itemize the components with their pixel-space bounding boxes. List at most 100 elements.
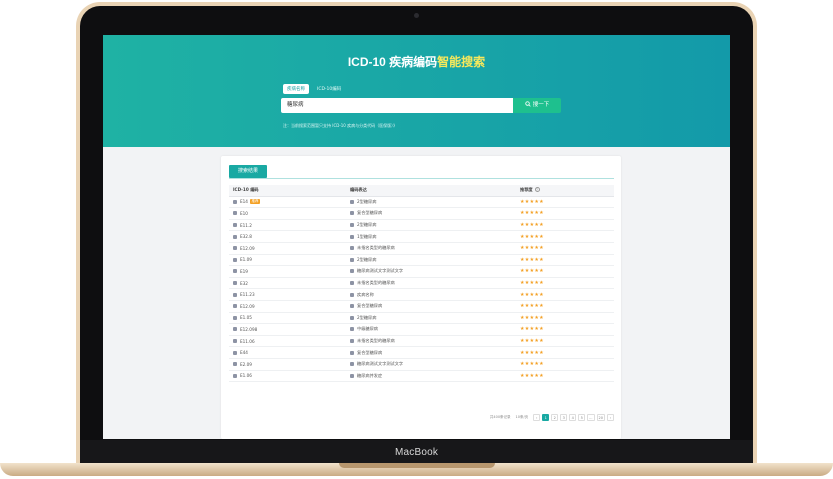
code-icon — [233, 339, 237, 344]
code-cell: E44 — [229, 350, 346, 355]
search-note[interactable]: 注：当前搜索范围暂只支持 ICD-10 疾病与分类代码（医保版）》 — [283, 123, 397, 129]
rating-cell: ★★★★★ — [516, 199, 614, 205]
expr-value: 未指名类型的糖尿病 — [357, 338, 395, 344]
table-row[interactable]: E44 复合型糖尿病 ★★★★★ — [229, 347, 614, 359]
code-cell: E14 推荐 — [229, 199, 346, 205]
expr-cell: 糖尿病测试文字测试文字 — [346, 268, 516, 274]
page-button[interactable]: 2 — [551, 414, 559, 421]
column-header-code: ICD-10 编码 — [233, 187, 259, 193]
doc-icon — [350, 339, 354, 344]
table-body: E14 推荐 2型糖尿病 ★★★★★ E10 复合型糖尿病 ★★★★★ E11.2 2型糖尿病 ★… — [229, 197, 614, 383]
screen: ICD-10 疾病编码智能搜索 疾病名称 ICD-10编码 糖尿病 搜一下 注：… — [103, 35, 730, 439]
star-rating: ★★★★★ — [520, 256, 544, 263]
code-value: E14 — [240, 199, 248, 205]
table-row[interactable]: E19 糖尿病测试文字测试文字 ★★★★★ — [229, 266, 614, 278]
expr-value: 1型糖尿病 — [357, 233, 377, 239]
table-row[interactable]: E1.06 糖尿病并发症 ★★★★★ — [229, 371, 614, 383]
page-button[interactable]: 4 — [569, 414, 577, 421]
expr-cell: 复合型糖尿病 — [346, 210, 516, 216]
expr-value: 2型糖尿病 — [357, 198, 377, 204]
rating-cell: ★★★★★ — [516, 373, 614, 379]
rating-cell: ★★★★★ — [516, 292, 614, 298]
search-input[interactable]: 糖尿病 — [281, 98, 513, 113]
expr-value: 未指名类型的糖尿病 — [357, 245, 395, 251]
code-icon — [233, 269, 237, 274]
page-button[interactable]: 3 — [560, 414, 568, 421]
page-button[interactable]: 1 — [542, 414, 550, 421]
page-button[interactable]: 5 — [578, 414, 586, 421]
table-row[interactable]: E11.2 2型糖尿病 ★★★★★ — [229, 220, 614, 232]
table-row[interactable]: E10 复合型糖尿病 ★★★★★ — [229, 208, 614, 220]
star-rating: ★★★★★ — [520, 372, 544, 379]
page-size-select[interactable]: 10条/页 — [516, 415, 529, 420]
rating-cell: ★★★★★ — [516, 257, 614, 263]
rating-cell: ★★★★★ — [516, 222, 614, 228]
table-row[interactable]: E32 未指名类型的糖尿病 ★★★★★ — [229, 278, 614, 290]
table-row[interactable]: E12.09 复合型糖尿病 ★★★★★ — [229, 301, 614, 313]
page-button[interactable]: 20 — [596, 414, 605, 421]
table-row[interactable]: E32.8 1型糖尿病 ★★★★★ — [229, 231, 614, 243]
code-cell: E2.09 — [229, 362, 346, 367]
table-row[interactable]: E11.23 疾病名称 ★★★★★ — [229, 289, 614, 301]
code-cell: E32 — [229, 281, 346, 286]
table-row[interactable]: E1.05 2型糖尿病 ★★★★★ — [229, 313, 614, 325]
tab-icd-code[interactable]: ICD-10编码 — [313, 84, 345, 94]
doc-icon — [350, 304, 354, 309]
page-ellipsis: ... — [587, 414, 595, 421]
code-cell: E19 — [229, 269, 346, 274]
next-page-button[interactable]: › — [607, 414, 614, 421]
expr-value: 中级糖尿病 — [357, 326, 378, 332]
doc-icon — [350, 223, 354, 228]
doc-icon — [350, 350, 354, 355]
rating-header-label: 推荐度 — [520, 187, 533, 193]
table-row[interactable]: E1.09 2型糖尿病 ★★★★★ — [229, 255, 614, 267]
table-row[interactable]: E12.098 中级糖尿病 ★★★★★ — [229, 324, 614, 336]
laptop-mockup: ICD-10 疾病编码智能搜索 疾病名称 ICD-10编码 糖尿病 搜一下 注：… — [0, 0, 833, 479]
prev-page-button[interactable]: ‹ — [533, 414, 541, 421]
code-value: E12.09 — [240, 303, 255, 309]
doc-icon — [350, 281, 354, 286]
recommend-badge: 推荐 — [249, 199, 260, 205]
code-value: E11.23 — [240, 292, 255, 298]
expr-cell: 2型糖尿病 — [346, 315, 516, 321]
code-icon — [233, 315, 237, 320]
star-rating: ★★★★★ — [520, 314, 544, 321]
doc-icon — [350, 211, 354, 216]
search-type-tabs: 疾病名称 ICD-10编码 — [283, 84, 345, 94]
code-value: E11.2 — [240, 222, 252, 228]
rating-cell: ★★★★★ — [516, 210, 614, 216]
star-rating: ★★★★★ — [520, 349, 544, 356]
tab-search-results[interactable]: 搜索结果 — [229, 165, 268, 178]
code-icon — [233, 362, 237, 367]
expr-value: 复合型糖尿病 — [357, 210, 383, 216]
star-rating: ★★★★★ — [520, 338, 544, 345]
title-prefix: ICD-10 疾病编码 — [347, 55, 438, 69]
rating-cell: ★★★★★ — [516, 234, 614, 240]
search-button[interactable]: 搜一下 — [513, 98, 561, 113]
table-row[interactable]: E12.09 未指名类型的糖尿病 ★★★★★ — [229, 243, 614, 255]
rating-cell: ★★★★★ — [516, 268, 614, 274]
doc-icon — [350, 257, 354, 262]
pagination: 共400条记录 10条/页 ‹ 1 2 3 4 5... 20 › — [490, 414, 614, 421]
star-rating: ★★★★★ — [520, 280, 544, 287]
code-value: E32 — [240, 280, 248, 286]
doc-icon — [350, 246, 354, 251]
code-value: E44 — [240, 350, 248, 356]
tab-disease-name[interactable]: 疾病名称 — [283, 84, 309, 94]
code-cell: E12.09 — [229, 246, 346, 251]
table-row[interactable]: E2.09 糖尿病测试文字测试文字 ★★★★★ — [229, 359, 614, 371]
code-icon — [233, 281, 237, 286]
code-value: E1.05 — [240, 315, 252, 321]
expr-value: 糖尿病测试文字测试文字 — [357, 361, 404, 367]
table-row[interactable]: E11.06 未指名类型的糖尿病 ★★★★★ — [229, 336, 614, 348]
help-icon[interactable]: ? — [534, 187, 540, 193]
expr-cell: 未指名类型的糖尿病 — [346, 338, 516, 344]
doc-icon — [350, 269, 354, 274]
code-value: E32.8 — [240, 234, 252, 240]
expr-value: 疾病名称 — [357, 291, 374, 297]
expr-cell: 中级糖尿病 — [346, 326, 516, 332]
code-cell: E11.2 — [229, 223, 346, 228]
doc-icon — [350, 327, 354, 332]
table-row[interactable]: E14 推荐 2型糖尿病 ★★★★★ — [229, 197, 614, 209]
rating-cell: ★★★★★ — [516, 280, 614, 286]
